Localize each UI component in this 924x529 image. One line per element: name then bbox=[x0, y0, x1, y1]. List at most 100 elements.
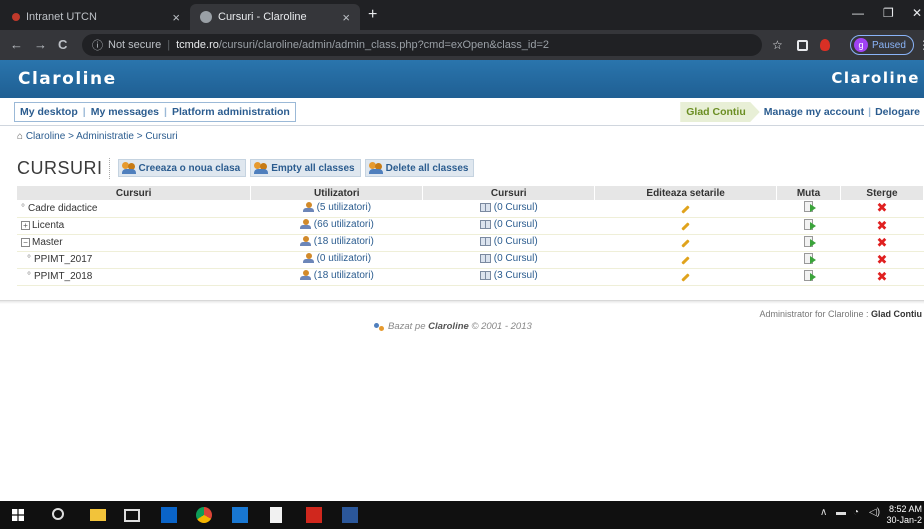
column-header: Cursuri bbox=[422, 186, 596, 200]
column-header: Editeaza setarile bbox=[594, 186, 778, 200]
courses-cell: (3 Cursul) bbox=[422, 268, 595, 286]
extension-adblock-icon[interactable] bbox=[820, 39, 830, 51]
delete-icon[interactable]: ✖ bbox=[877, 218, 888, 233]
empty-all-classes-label: Empty all classes bbox=[271, 162, 355, 174]
users-cell: (5 utilizatori) bbox=[250, 200, 423, 218]
new-tab-button[interactable]: + bbox=[368, 6, 377, 24]
document-icon[interactable] bbox=[270, 507, 282, 523]
system-clock[interactable]: 8:52 AM 30-Jan-2 bbox=[886, 504, 922, 526]
class-courses-link[interactable]: (0 Cursul) bbox=[479, 253, 538, 264]
delete-icon[interactable]: ✖ bbox=[877, 252, 888, 267]
delete-icon[interactable]: ✖ bbox=[877, 269, 888, 284]
menu-platform-administration[interactable]: Platform administration bbox=[167, 106, 295, 118]
claroline-logo[interactable]: Claroline bbox=[18, 69, 117, 89]
class-courses-link[interactable]: (0 Cursul) bbox=[479, 219, 538, 230]
move-icon[interactable] bbox=[804, 269, 816, 281]
delete-icon[interactable]: ✖ bbox=[877, 235, 888, 250]
extension-pocket-icon[interactable] bbox=[797, 40, 808, 51]
class-courses-link[interactable]: (0 Cursul) bbox=[479, 202, 538, 213]
claroline-favicon-icon bbox=[200, 11, 212, 23]
edit-pencil-icon[interactable] bbox=[681, 222, 690, 231]
restore-button[interactable]: ❐ bbox=[883, 6, 894, 20]
app-plus-icon[interactable] bbox=[232, 507, 248, 523]
browser-menu-icon[interactable]: ⋮ bbox=[918, 38, 924, 52]
tab-cursuri[interactable]: Cursuri - Claroline × bbox=[190, 4, 360, 30]
tree-toggle-icon[interactable]: + bbox=[21, 220, 30, 230]
class-name-cell: + Licenta bbox=[17, 217, 251, 235]
network-icon[interactable]: ▬ bbox=[836, 507, 846, 518]
claroline-header: Claroline Claroline bbox=[0, 60, 924, 98]
edit-pencil-icon[interactable] bbox=[681, 205, 690, 214]
edit-cell bbox=[594, 234, 777, 252]
info-icon[interactable]: ⓘ bbox=[92, 37, 103, 53]
back-button[interactable]: ← bbox=[10, 37, 23, 52]
reload-button[interactable]: C bbox=[58, 37, 67, 52]
claroline-logo-right[interactable]: Claroline bbox=[831, 69, 920, 87]
edit-pencil-icon[interactable] bbox=[681, 256, 690, 265]
close-window-button[interactable]: ✕ bbox=[912, 6, 922, 20]
footer-copyright: © 2001 - 2013 bbox=[471, 321, 532, 332]
edit-pencil-icon[interactable] bbox=[681, 273, 690, 282]
profile-status: Paused bbox=[872, 39, 906, 51]
class-users-link[interactable]: (0 utilizatori) bbox=[302, 253, 371, 264]
manage-account-link[interactable]: Manage my account bbox=[760, 106, 868, 118]
footer-admin-name[interactable]: Glad Contiu bbox=[871, 309, 922, 319]
bullet-marker: ° bbox=[27, 271, 31, 282]
logout-link[interactable]: Delogare bbox=[871, 106, 924, 118]
minimize-button[interactable]: — bbox=[852, 6, 864, 20]
tree-toggle-icon[interactable]: − bbox=[21, 237, 30, 247]
file-explorer-icon[interactable] bbox=[90, 509, 106, 521]
chrome-icon[interactable] bbox=[196, 507, 212, 523]
class-users-link[interactable]: (66 utilizatori) bbox=[299, 219, 374, 230]
courses-count: (0 Cursul) bbox=[493, 236, 538, 247]
move-icon[interactable] bbox=[804, 252, 816, 264]
profile-paused-button[interactable]: g Paused bbox=[850, 35, 914, 55]
class-courses-link[interactable]: (3 Cursul) bbox=[479, 270, 538, 281]
search-icon[interactable] bbox=[52, 508, 64, 520]
wifi-icon[interactable]: ◔ bbox=[853, 507, 859, 518]
class-name: Master bbox=[32, 237, 63, 248]
class-users-link[interactable]: (5 utilizatori) bbox=[302, 202, 371, 213]
menu-my-desktop[interactable]: My desktop bbox=[15, 106, 83, 118]
breadcrumb-text[interactable]: Claroline > Administratie > Cursuri bbox=[26, 131, 178, 142]
move-cell bbox=[776, 251, 841, 269]
course-icon bbox=[479, 220, 491, 229]
move-icon[interactable] bbox=[804, 201, 816, 213]
user-icon bbox=[299, 270, 311, 281]
browser-toolbar: ← → C ⓘ Not secure | tcmde.ro /cursuri/c… bbox=[0, 30, 924, 60]
class-users-link[interactable]: (18 utilizatori) bbox=[299, 235, 374, 247]
tab-close-icon[interactable]: × bbox=[172, 10, 180, 25]
users-cell: (0 utilizatori) bbox=[250, 251, 423, 269]
tray-chevron-icon[interactable]: ∧ bbox=[820, 507, 827, 518]
delete-cell: ✖ bbox=[840, 217, 924, 235]
move-icon[interactable] bbox=[804, 218, 816, 230]
move-cell bbox=[776, 268, 841, 286]
course-icon bbox=[479, 202, 491, 212]
outlook-icon[interactable] bbox=[161, 507, 177, 523]
tab-close-icon[interactable]: × bbox=[342, 10, 350, 25]
footer-powered-by: Bazat pe Claroline © 2001 - 2013 bbox=[374, 321, 532, 332]
tab-intranet[interactable]: Intranet UTCN × bbox=[0, 4, 190, 30]
users-cell: (66 utilizatori) bbox=[250, 217, 423, 235]
acrobat-icon[interactable] bbox=[306, 507, 322, 523]
create-class-button[interactable]: Creeaza o noua clasa bbox=[117, 159, 247, 177]
start-windows-icon[interactable] bbox=[12, 509, 24, 521]
address-bar[interactable]: ⓘ Not secure | tcmde.ro /cursuri/claroli… bbox=[82, 34, 762, 56]
bookmark-star-icon[interactable]: ☆ bbox=[772, 38, 783, 52]
delete-icon[interactable]: ✖ bbox=[877, 200, 888, 215]
windows-taskbar: ∧ ▬ ◔ ◁) 8:52 AM 30-Jan-2 bbox=[0, 501, 924, 529]
class-courses-link[interactable]: (0 Cursul) bbox=[479, 236, 538, 247]
mail-icon[interactable] bbox=[124, 509, 140, 522]
volume-icon[interactable]: ◁) bbox=[869, 507, 880, 518]
intranet-favicon-icon bbox=[12, 13, 20, 21]
users-count: (18 utilizatori) bbox=[313, 235, 374, 247]
delete-all-classes-button[interactable]: Delete all classes bbox=[364, 159, 475, 177]
menu-my-messages[interactable]: My messages bbox=[86, 106, 164, 118]
move-icon[interactable] bbox=[804, 235, 816, 247]
class-users-link[interactable]: (18 utilizatori) bbox=[299, 270, 374, 281]
edit-pencil-icon[interactable] bbox=[681, 239, 690, 248]
forward-button[interactable]: → bbox=[34, 37, 47, 52]
footer-powered-name[interactable]: Claroline bbox=[428, 321, 469, 332]
empty-all-classes-button[interactable]: Empty all classes bbox=[250, 159, 361, 177]
word-icon[interactable] bbox=[342, 507, 358, 523]
